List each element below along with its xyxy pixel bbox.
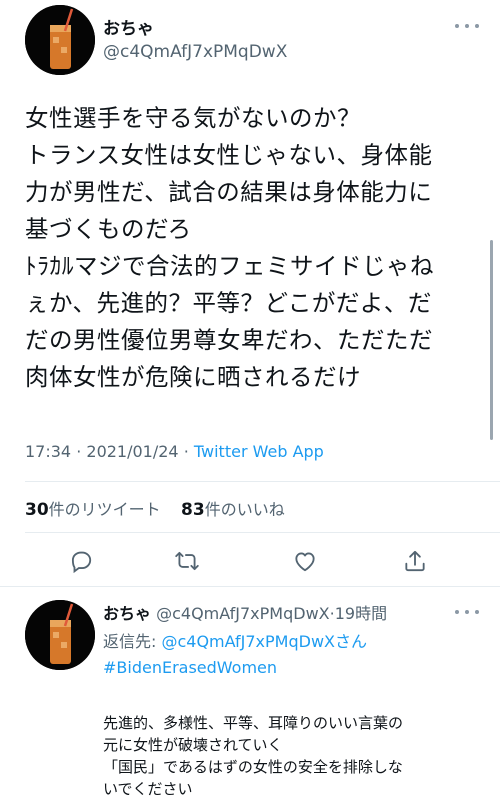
tweet-time[interactable]: 17:34 [25, 442, 71, 461]
reply-text-line: 元に女性が破壊されていく [103, 736, 283, 754]
tweet-text-line: 肉体女性が危険に晒されるだけ [25, 363, 361, 391]
reply-time[interactable]: 19時間 [335, 604, 387, 623]
retweet-stat[interactable]: 30件のリツイート [25, 500, 161, 520]
retweet-label: 件のリツイート [48, 500, 161, 519]
tweet-text-line: 力が男性だ、試合の結果は身体能力に [25, 178, 433, 206]
reply-text-line: いでください [103, 780, 193, 798]
more-options-icon[interactable] [455, 16, 479, 36]
tweet-source-app[interactable]: Twitter Web App [194, 442, 324, 461]
reply-text: 先進的、多様性、平等、耳障りのいい言葉の 元に女性が破壊されていく 「国民」であ… [103, 712, 473, 800]
reply-author-name[interactable]: おちゃ [103, 604, 151, 623]
tweet-text-line: だの男性優位男尊女卑だわ、ただただ [25, 326, 433, 354]
tweet-text-line: ぇか、先進的？平等？どこがだよ、だ [25, 289, 432, 317]
like-icon[interactable] [292, 548, 318, 574]
author-handle[interactable]: @c4QmAfJ7xPMqDwX [103, 42, 287, 62]
reply-to-mention[interactable]: @c4QmAfJ7xPMqDwXさん [161, 632, 367, 651]
reply-icon[interactable] [68, 548, 94, 574]
divider [0, 586, 500, 587]
avatar[interactable] [25, 5, 95, 75]
retweet-count: 30 [25, 500, 49, 520]
reply-to-line: 返信先: @c4QmAfJ7xPMqDwXさん [103, 628, 367, 652]
reply-more-options-icon[interactable] [455, 602, 479, 622]
like-count: 83 [181, 500, 205, 520]
retweet-icon[interactable] [174, 548, 200, 574]
divider [25, 532, 500, 533]
reply-header: おちゃ @c4QmAfJ7xPMqDwX·19時間 [103, 600, 387, 624]
action-bar [0, 544, 500, 578]
hashtag-link[interactable]: #BidenErasedWomen [103, 658, 277, 677]
reply-to-label: 返信先: [103, 632, 162, 651]
scrollbar[interactable] [490, 240, 493, 440]
tweet-metadata: 17:34 · 2021/01/24 · Twitter Web App [25, 442, 324, 461]
reply-author-handle[interactable]: @c4QmAfJ7xPMqDwX [156, 604, 330, 623]
like-stat[interactable]: 83件のいいね [181, 500, 285, 520]
tweet-stats: 30件のリツイート 83件のいいね [25, 496, 285, 520]
like-label: 件のいいね [204, 500, 285, 519]
separator: · [76, 442, 82, 461]
tweet-text: 女性選手を守る気がないのか？ トランス女性は女性じゃない、身体能 力が男性だ、試… [25, 100, 485, 396]
tweet-text-line: ﾄﾗｶﾙマジで合法的フェミサイドじゃね [25, 252, 434, 280]
tweet-date[interactable]: 2021/01/24 [86, 442, 178, 461]
drink-glass-image [25, 600, 95, 670]
share-icon[interactable] [402, 548, 428, 574]
tweet-text-line: 基づくものだろ [25, 215, 192, 243]
separator: · [183, 442, 189, 461]
tweet-text-line: トランス女性は女性じゃない、身体能 [25, 141, 433, 169]
author-name[interactable]: おちゃ [103, 14, 154, 39]
divider [25, 481, 500, 482]
drink-glass-image [25, 5, 95, 75]
reply-text-line: 先進的、多様性、平等、耳障りのいい言葉の [103, 714, 404, 732]
reply-text-line: 「国民」であるはずの女性の安全を排除しな [103, 758, 403, 776]
tweet-text-line: 女性選手を守る気がないのか？ [25, 104, 361, 132]
reply-avatar[interactable] [25, 600, 95, 670]
